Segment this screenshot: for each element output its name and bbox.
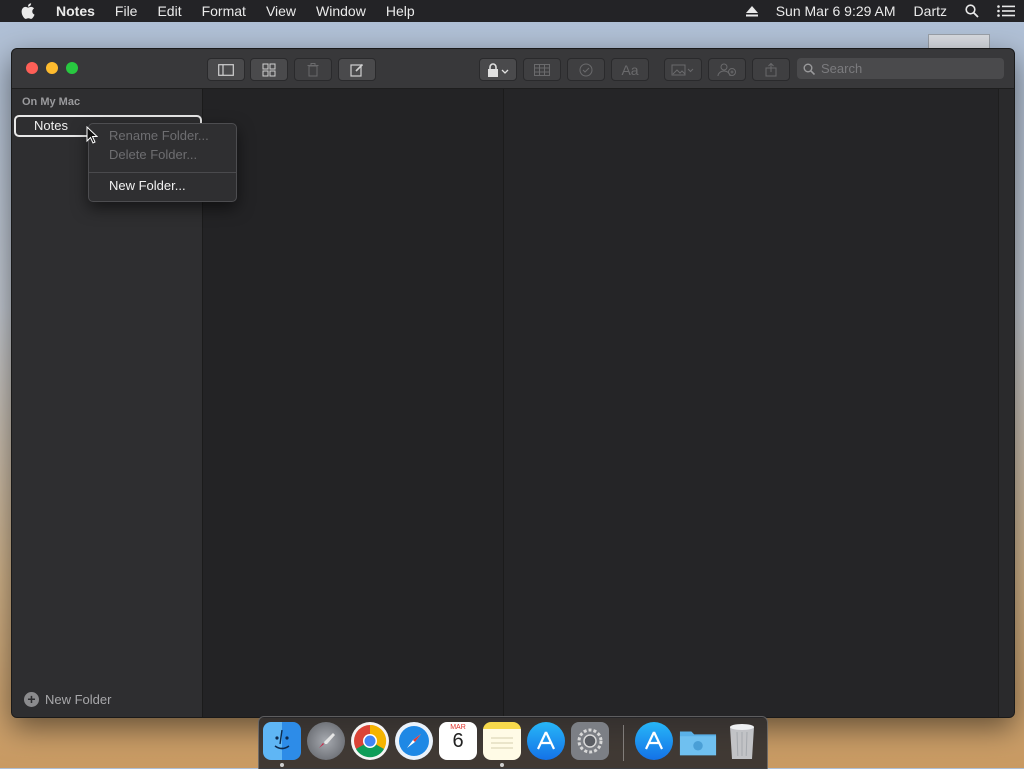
text-format-button[interactable]: Aa (611, 58, 649, 81)
folder-context-menu: Rename Folder... Delete Folder... New Fo… (88, 123, 237, 202)
menu-bar: Notes File Edit Format View Window Help … (0, 0, 1024, 22)
new-folder-label: New Folder (45, 692, 112, 707)
eject-icon[interactable] (737, 5, 767, 17)
menubar-user[interactable]: Dartz (905, 3, 956, 19)
search-field[interactable]: Search (797, 58, 1004, 79)
close-button[interactable] (26, 62, 38, 74)
checklist-button[interactable] (567, 58, 605, 81)
photo-icon (671, 64, 694, 75)
table-icon (534, 63, 550, 76)
search-placeholder: Search (821, 61, 863, 76)
calendar-icon[interactable]: MAR 6 (439, 722, 477, 760)
trash-icon (307, 62, 319, 76)
menu-window[interactable]: Window (306, 0, 376, 22)
lock-note-button[interactable] (479, 58, 517, 81)
folder-icon[interactable] (679, 722, 717, 760)
sidebar-item-label: Notes (34, 118, 68, 133)
menu-edit[interactable]: Edit (147, 0, 191, 22)
toggle-sidebar-button[interactable] (207, 58, 245, 81)
share-icon (765, 62, 777, 76)
new-folder-button[interactable]: + New Folder (24, 692, 111, 707)
note-list (203, 89, 504, 717)
checklist-icon (579, 63, 593, 76)
menu-view[interactable]: View (256, 0, 306, 22)
delete-note-button[interactable] (294, 58, 332, 81)
dock: MAR 6 (258, 716, 768, 769)
app-store-icon[interactable] (527, 722, 565, 760)
minimize-button[interactable] (46, 62, 58, 74)
gallery-view-button[interactable] (250, 58, 288, 81)
table-button[interactable] (523, 58, 561, 81)
menu-help[interactable]: Help (376, 0, 425, 22)
chrome-icon[interactable] (351, 722, 389, 760)
compose-icon (350, 63, 364, 77)
grid-icon (262, 63, 276, 76)
font-icon: Aa (621, 61, 639, 78)
finder-icon[interactable] (263, 722, 301, 760)
compose-note-button[interactable] (338, 58, 376, 81)
menu-app-notes[interactable]: Notes (46, 0, 105, 22)
running-indicator (500, 763, 504, 767)
menu-format[interactable]: Format (192, 0, 256, 22)
note-editor[interactable] (504, 89, 998, 717)
downloads-icon[interactable] (635, 722, 673, 760)
apple-menu-icon[interactable] (18, 3, 38, 19)
lock-icon (488, 62, 509, 77)
running-indicator (280, 763, 284, 767)
delete-folder-menu-item: Delete Folder... (109, 147, 198, 162)
safari-icon[interactable] (395, 722, 433, 760)
zoom-button[interactable] (66, 62, 78, 74)
spotlight-icon[interactable] (956, 4, 988, 18)
notification-center-icon[interactable] (988, 5, 1024, 17)
launchpad-icon[interactable] (307, 722, 345, 760)
calendar-day: 6 (452, 730, 464, 752)
mouse-cursor-icon (86, 126, 98, 144)
add-people-button[interactable] (708, 58, 746, 81)
system-preferences-icon[interactable] (571, 722, 609, 760)
plus-icon: + (24, 692, 39, 707)
sidebar-icon (218, 63, 234, 76)
dock-separator (623, 725, 624, 761)
menubar-clock[interactable]: Sun Mar 6 9:29 AM (767, 3, 905, 19)
search-icon (803, 63, 815, 75)
editor-scrollbar[interactable] (998, 89, 1014, 717)
new-folder-menu-item[interactable]: New Folder... (109, 177, 186, 195)
menu-separator (89, 172, 236, 173)
rename-folder-menu-item: Rename Folder... (109, 128, 209, 143)
media-button[interactable] (664, 58, 702, 81)
toolbar: Aa Search (12, 49, 1014, 89)
notes-icon[interactable] (483, 722, 521, 760)
add-person-icon (717, 63, 736, 76)
share-button[interactable] (752, 58, 790, 81)
trash-icon[interactable] (723, 722, 761, 760)
sidebar-heading-on-my-mac: On My Mac (22, 96, 81, 108)
menu-file[interactable]: File (105, 0, 148, 22)
